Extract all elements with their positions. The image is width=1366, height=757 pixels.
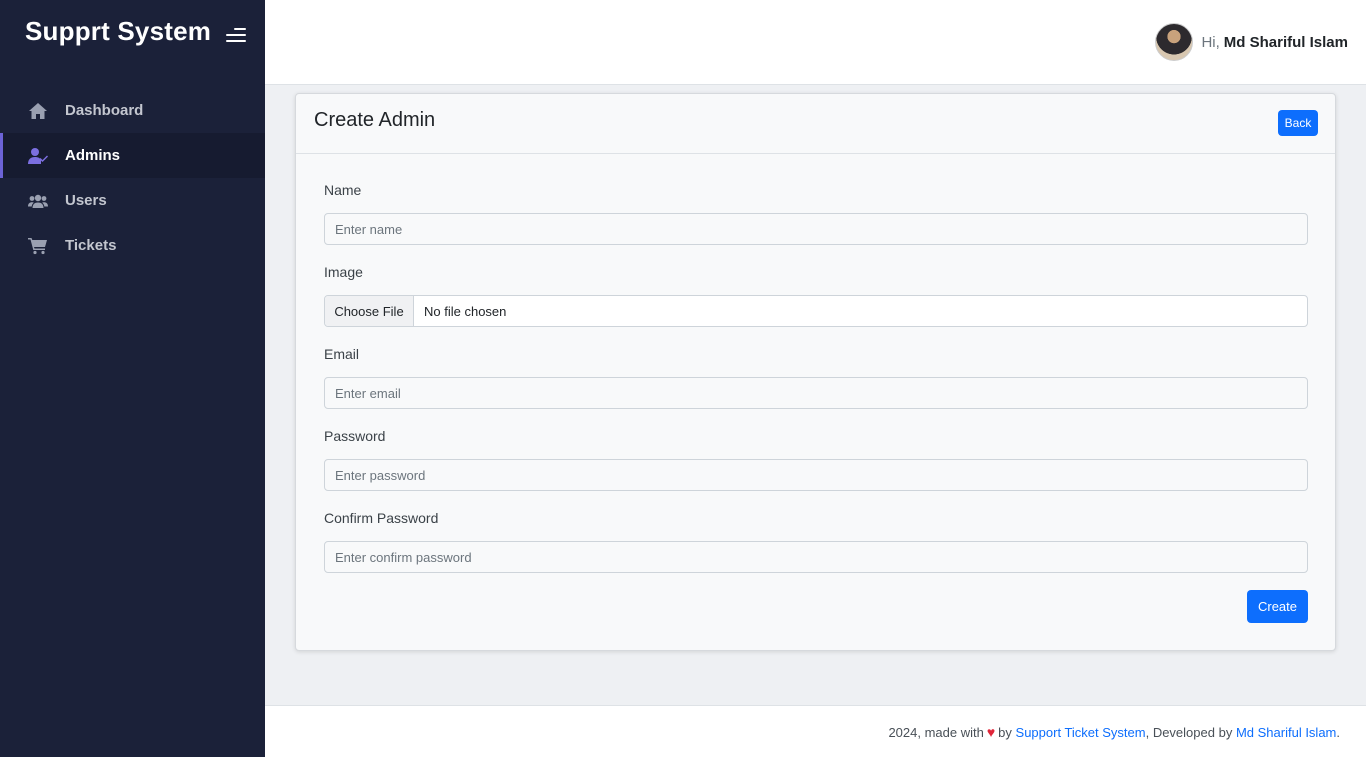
user-name: Md Shariful Islam <box>1223 33 1348 51</box>
support-system-link[interactable]: Support Ticket System <box>1016 725 1146 740</box>
user-check-icon <box>27 146 49 166</box>
developer-link[interactable]: Md Shariful Islam <box>1236 725 1336 740</box>
top-header: Hi, Md Shariful Islam <box>265 0 1366 85</box>
greeting-text: Hi, <box>1201 33 1220 51</box>
name-label: Name <box>324 182 362 198</box>
footer-developed: , Developed by <box>1145 724 1233 740</box>
sidebar-nav: Dashboard Admins Users Tickets <box>0 88 265 268</box>
create-button[interactable]: Create <box>1247 590 1308 623</box>
image-label: Image <box>324 264 363 280</box>
footer-text: 2024, made with ♥ by Support Ticket Syst… <box>888 724 1340 740</box>
footer-prefix: 2024, made with <box>888 724 984 740</box>
menu-toggle-icon[interactable] <box>226 27 246 43</box>
card-header: Create Admin Back <box>296 94 1335 154</box>
confirm-password-label: Confirm Password <box>324 510 439 526</box>
page-title: Create Admin <box>314 109 436 131</box>
footer-by: by <box>998 724 1012 740</box>
sidebar-item-label: Tickets <box>65 237 117 254</box>
sidebar-item-users[interactable]: Users <box>0 178 265 223</box>
email-group: Email <box>324 346 1308 409</box>
name-group: Name <box>324 182 1308 245</box>
email-label: Email <box>324 346 360 362</box>
brand-title[interactable]: Supprt System <box>25 16 211 47</box>
back-button[interactable]: Back <box>1278 110 1318 136</box>
avatar[interactable] <box>1155 23 1194 61</box>
email-input[interactable] <box>324 377 1308 409</box>
password-label: Password <box>324 428 386 444</box>
name-input[interactable] <box>324 213 1308 245</box>
create-admin-card: Create Admin Back Name Image Choose File… <box>295 93 1336 651</box>
password-input[interactable] <box>324 459 1308 491</box>
cart-icon <box>27 236 49 256</box>
footer-suffix: . <box>1336 724 1340 740</box>
sidebar: Supprt System Dashboard Admins Users Tic… <box>0 0 265 757</box>
users-icon <box>27 191 49 211</box>
confirm-password-group: Confirm Password <box>324 510 1308 573</box>
sidebar-item-label: Admins <box>65 147 121 164</box>
heart-icon: ♥ <box>986 724 996 740</box>
sidebar-item-admins[interactable]: Admins <box>0 133 265 178</box>
sidebar-item-tickets[interactable]: Tickets <box>0 223 265 268</box>
confirm-password-input[interactable] <box>324 541 1308 573</box>
home-icon <box>27 101 49 121</box>
image-group: Image Choose File No file chosen <box>324 264 1308 327</box>
sidebar-item-label: Users <box>65 192 107 209</box>
sidebar-item-dashboard[interactable]: Dashboard <box>0 88 265 133</box>
sidebar-item-label: Dashboard <box>65 102 144 119</box>
file-status-text: No file chosen <box>424 303 507 319</box>
footer: 2024, made with ♥ by Support Ticket Syst… <box>265 705 1366 757</box>
choose-file-button[interactable]: Choose File <box>325 296 414 326</box>
password-group: Password <box>324 428 1308 491</box>
image-file-input[interactable]: Choose File No file chosen <box>324 295 1308 327</box>
user-menu[interactable]: Hi, Md Shariful Islam <box>1155 23 1348 61</box>
